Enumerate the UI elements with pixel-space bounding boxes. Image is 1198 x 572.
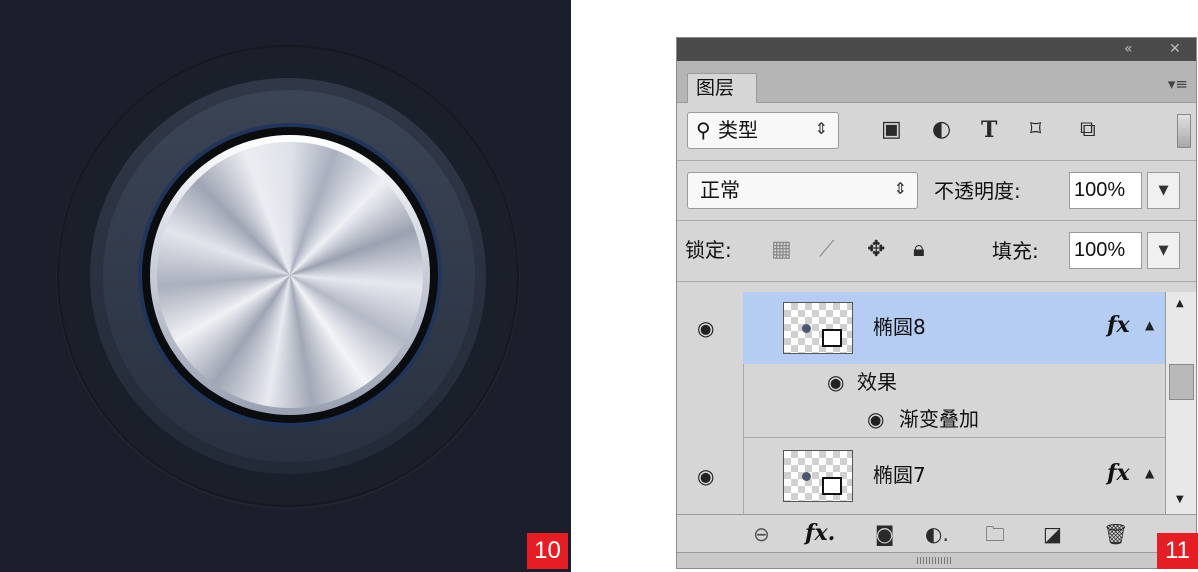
divider <box>677 281 1196 282</box>
fill-label: 填充: <box>992 239 1039 263</box>
layers-panel: « ✕ 图层 ▾≡ ⚲ 类型 ⇕ ▣ ◐ T ⌑ ⧉ 正常 ⇕ 不透明度: 10… <box>676 37 1197 569</box>
layer-name[interactable]: 椭圆7 <box>873 463 926 487</box>
double-chevron-icon[interactable]: « <box>1124 41 1133 57</box>
adjustment-layer-icon[interactable]: ◐. <box>925 522 949 546</box>
lock-paint-icon[interactable]: ⟋ <box>819 238 834 262</box>
figure-number-badge: 10 <box>527 533 568 569</box>
thumbnail-dot <box>802 472 811 481</box>
fx-icon[interactable]: fx. <box>805 520 835 546</box>
layer-filter-select[interactable]: ⚲ 类型 ⇕ <box>687 112 839 149</box>
updown-arrow-icon: ⇕ <box>814 119 828 138</box>
filter-toggle-switch[interactable] <box>1177 114 1191 148</box>
eye-icon[interactable]: ◉ <box>827 372 844 392</box>
fill-input[interactable]: 100% <box>1069 232 1142 269</box>
filter-type-label: 类型 <box>718 118 758 142</box>
new-layer-icon[interactable]: ◪ <box>1043 522 1062 546</box>
close-icon[interactable]: ✕ <box>1169 41 1181 57</box>
image-filter-icon[interactable]: ▣ <box>881 118 902 142</box>
layer-thumbnail <box>783 302 853 354</box>
shape-badge-icon <box>822 477 842 495</box>
updown-arrow-icon: ⇕ <box>893 179 907 198</box>
adjustment-filter-icon[interactable]: ◐ <box>932 118 951 142</box>
opacity-label: 不透明度: <box>934 179 1021 203</box>
layers-scrollbar[interactable]: ▲ ▼ <box>1165 292 1196 514</box>
scroll-down-icon[interactable]: ▼ <box>1176 494 1184 505</box>
figure-number-badge: 11 <box>1157 533 1198 569</box>
layer-thumbnail <box>783 450 853 502</box>
opacity-dropdown-button[interactable]: ▼ <box>1147 172 1180 209</box>
grip-lines <box>917 557 951 564</box>
fx-icon[interactable]: fx <box>1107 460 1130 486</box>
divider <box>677 220 1196 221</box>
layer-name[interactable]: 椭圆8 <box>873 315 926 339</box>
trash-icon[interactable]: 🗑︎ <box>1103 522 1128 546</box>
smart-object-filter-icon[interactable]: ⧉ <box>1080 118 1096 142</box>
divider <box>677 160 1196 161</box>
lock-all-icon[interactable]: 🔒︎ <box>913 238 925 262</box>
visibility-column <box>677 292 744 437</box>
shape-filter-icon[interactable]: ⌑ <box>1030 118 1041 142</box>
blend-mode-value: 正常 <box>700 178 740 202</box>
panel-menu-icon[interactable]: ▾≡ <box>1168 75 1188 93</box>
scroll-thumb[interactable] <box>1169 364 1194 400</box>
link-layers-icon[interactable]: ⊖ <box>753 522 770 546</box>
layer-row[interactable]: 椭圆7 fx ▲ <box>743 438 1165 514</box>
lock-transparent-icon[interactable]: ▦ <box>771 238 792 262</box>
effect-item-row[interactable]: ◉ 渐变叠加 <box>743 400 1165 438</box>
effects-row[interactable]: ◉ 效果 <box>743 364 1165 400</box>
knob-canvas <box>0 0 571 572</box>
fill-dropdown-button[interactable]: ▼ <box>1147 232 1180 269</box>
fx-icon[interactable]: fx <box>1107 312 1130 338</box>
expand-effects-icon[interactable]: ▲ <box>1145 318 1154 332</box>
layer-row-selected[interactable]: 椭圆8 fx ▲ <box>743 292 1165 364</box>
panel-tab-row: 图层 ▾≡ <box>677 61 1196 103</box>
group-folder-icon[interactable]: 🗀 <box>985 522 1005 546</box>
thumbnail-dot <box>802 324 811 333</box>
lock-label: 锁定: <box>685 238 732 262</box>
mask-icon[interactable]: ◙ <box>875 522 894 546</box>
effects-label: 效果 <box>857 370 897 394</box>
opacity-input[interactable]: 100% <box>1069 172 1142 209</box>
lock-position-icon[interactable]: ✥ <box>867 238 885 262</box>
expand-effects-icon[interactable]: ▲ <box>1145 466 1154 480</box>
shape-badge-icon <box>822 329 842 347</box>
brushed-metal-knob <box>157 142 423 408</box>
search-icon: ⚲ <box>696 118 711 142</box>
blend-mode-select[interactable]: 正常 ⇕ <box>687 172 918 209</box>
panel-titlebar: « ✕ <box>677 38 1196 61</box>
scroll-up-icon[interactable]: ▲ <box>1176 298 1184 309</box>
eye-icon[interactable]: ◉ <box>867 409 884 429</box>
panel-bottom-toolbar: ⊖ fx. ◙ ◐. 🗀 ◪ 🗑︎ <box>677 514 1196 553</box>
effect-name: 渐变叠加 <box>899 407 979 431</box>
resize-grip[interactable] <box>677 552 1196 568</box>
visibility-column <box>677 438 744 514</box>
layers-list: ◉ 椭圆8 fx ▲ ◉ 效果 ◉ 渐变叠加 ◉ 椭圆7 fx ▲ <box>677 292 1165 514</box>
tab-layers[interactable]: 图层 <box>687 73 757 103</box>
type-filter-icon[interactable]: T <box>981 118 997 142</box>
eye-icon[interactable]: ◉ <box>697 318 714 338</box>
